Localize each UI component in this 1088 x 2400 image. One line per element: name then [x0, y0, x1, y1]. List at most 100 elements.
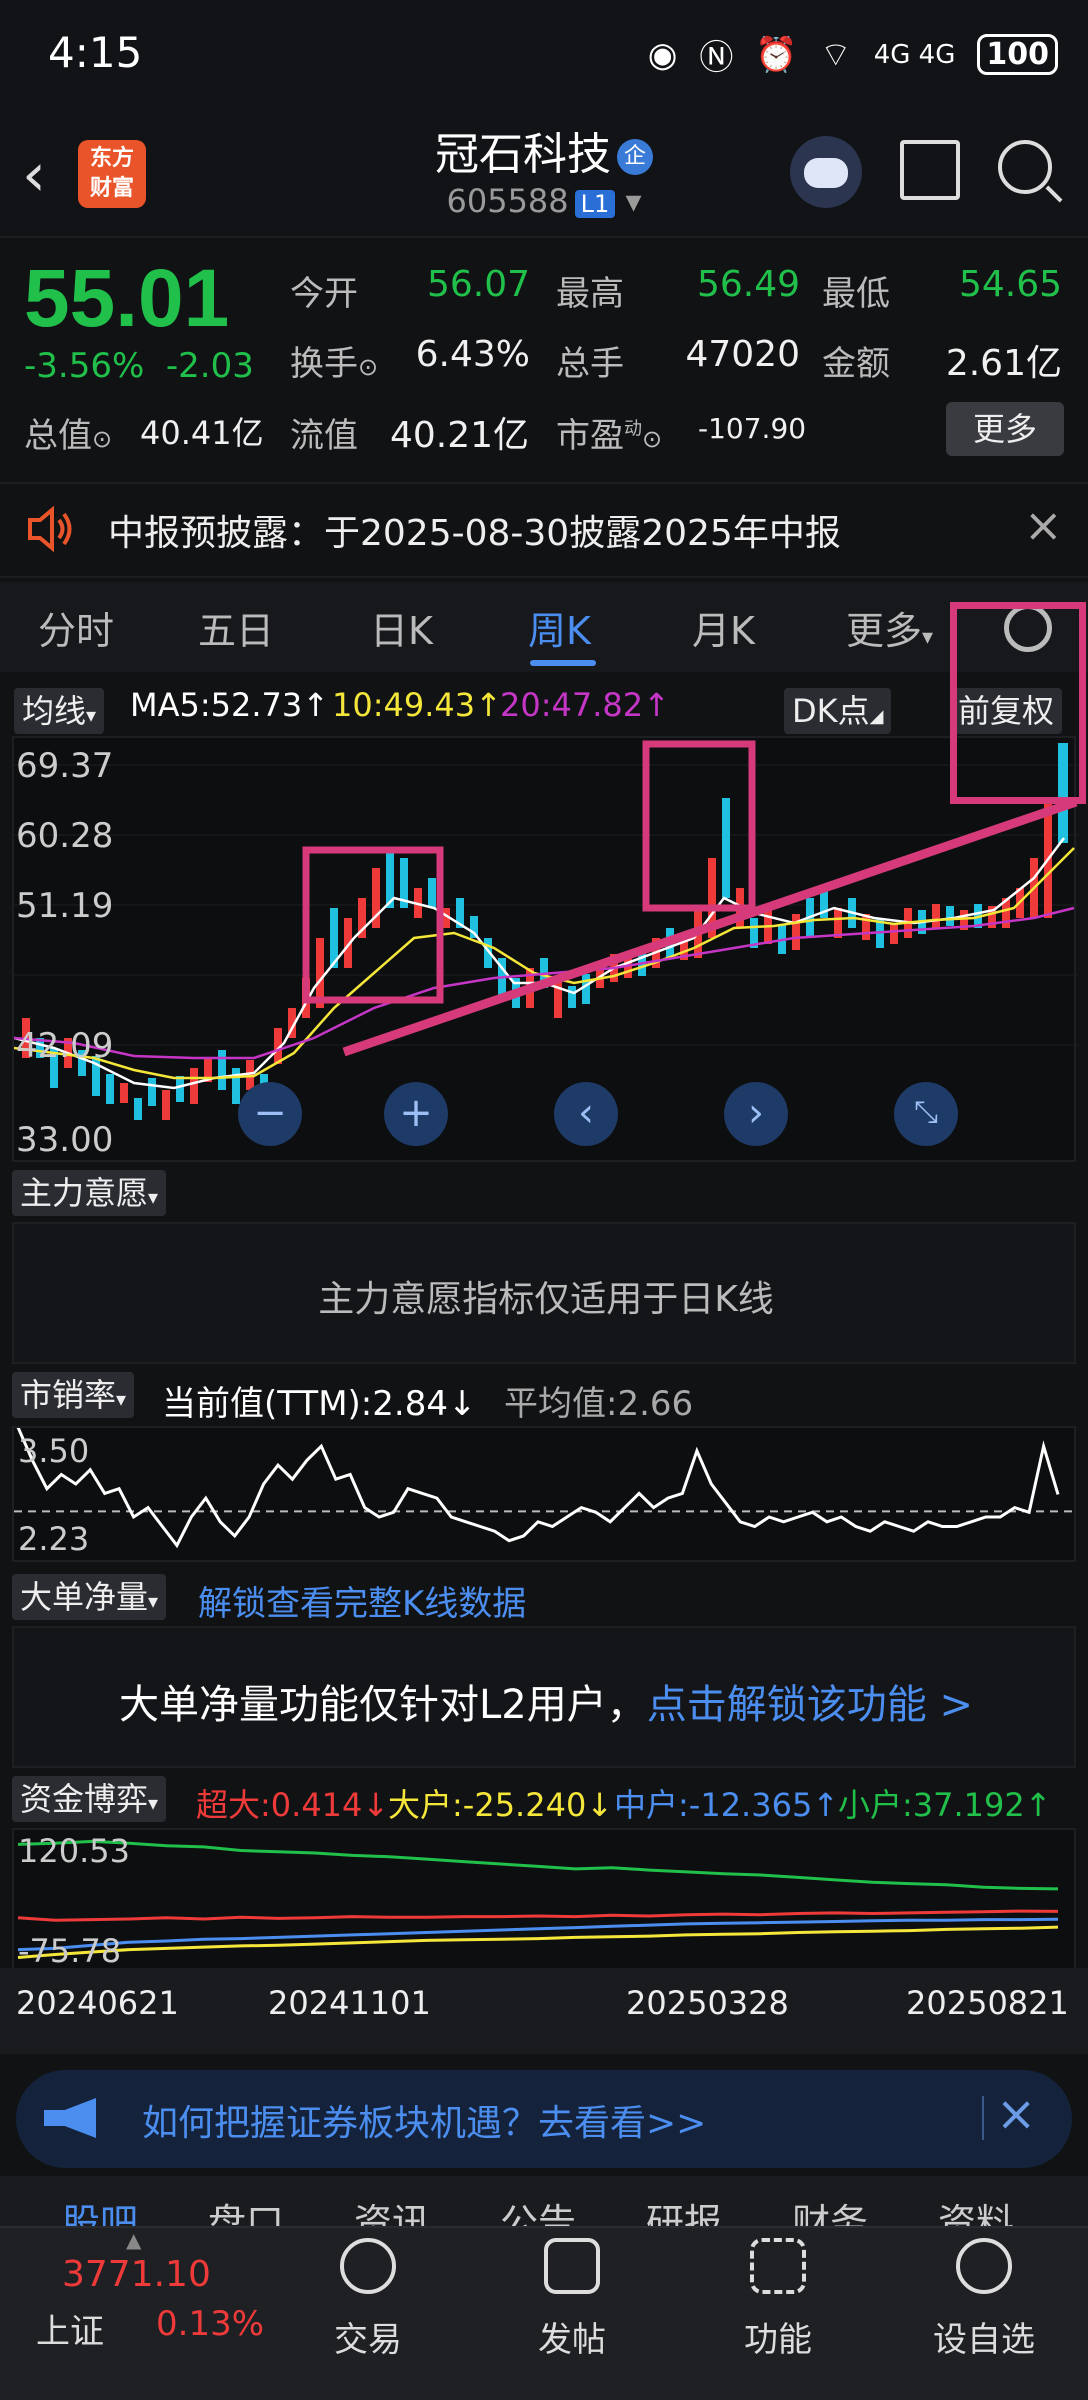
chevron-down-icon: ▾ — [116, 1387, 127, 1411]
unlock-feature-link[interactable]: 点击解锁该功能 > — [647, 1682, 973, 1728]
dk-point-button[interactable]: DK点◢ — [784, 688, 892, 734]
unlock-kline-link[interactable]: 解锁查看完整K线数据 — [198, 1576, 526, 1625]
status-icons: ◉ Ⓝ ⏰ ⌔ 4G 4G 100 — [648, 30, 1058, 79]
ma5-value: MA5:52.73↑ — [130, 686, 330, 724]
stock-name: 冠石科技 — [435, 129, 611, 180]
tab-more-label: 更多 — [846, 609, 923, 653]
chevron-down-icon: ▾ — [86, 703, 97, 727]
ps-current: 当前值(TTM):2.84↓ — [162, 1384, 477, 1424]
fund-axis-bottom: -75.78 — [18, 1932, 122, 1970]
info-icon[interactable]: ⊙ — [358, 353, 378, 381]
big-order-text: 大单净量功能仅针对L2用户， — [119, 1682, 647, 1728]
series-line-中户 — [17, 1917, 1059, 1952]
ai-robot-icon[interactable] — [790, 136, 862, 208]
nav-trade-label: 交易 — [334, 2320, 402, 2360]
pe-value: -107.90 — [698, 412, 807, 445]
wifi-icon: ⌔ — [819, 35, 852, 75]
chevron-up-icon[interactable]: ▲ — [126, 2228, 141, 2252]
price-change: -3.56% -2.03 — [24, 346, 254, 386]
ps-axis-bottom: 2.23 — [18, 1520, 90, 1558]
mcap-label-text: 总值 — [24, 416, 92, 456]
big-order-selector[interactable]: 大单净量▾ — [12, 1574, 167, 1620]
index-value[interactable]: 3771.10 — [62, 2254, 211, 2295]
fund-axis-top: 120.53 — [18, 1832, 130, 1870]
indicator-message: 主力意愿指标仅适用于日K线 — [318, 1279, 774, 1320]
ps-selector[interactable]: 市销率▾ — [12, 1372, 135, 1418]
volume-value: 47020 — [685, 334, 800, 375]
more-button[interactable]: 更多 — [946, 402, 1064, 456]
indicator-selector[interactable]: 主力意愿▾ — [12, 1170, 167, 1216]
promo-text[interactable]: 如何把握证券板块机遇？去看看>> — [142, 2094, 706, 2146]
large-value: 大户:-25.240↓ — [388, 1786, 614, 1824]
date-label: 20250328 — [626, 1984, 789, 2022]
float-label: 流值 — [290, 416, 358, 456]
kline-chart[interactable]: 69.37 60.28 51.19 42.09 33.00 − + ‹ › ⤡ — [12, 736, 1078, 1162]
nav-trade[interactable]: 交易 — [298, 2238, 438, 2361]
annotation-overlay — [302, 740, 1078, 1057]
share-icon[interactable] — [900, 140, 960, 200]
indicator-selector-label: 主力意愿 — [20, 1174, 149, 1212]
amount-value: 2.61亿 — [945, 343, 1062, 384]
nav-watchlist[interactable]: 设自选 — [914, 2238, 1054, 2361]
nav-post-label: 发帖 — [538, 2320, 606, 2360]
speaker-icon — [28, 506, 72, 552]
fund-chart[interactable]: 120.53 -75.78 — [12, 1828, 1076, 1970]
big-order-message: 大单净量功能仅针对L2用户，点击解锁该功能 > — [14, 1672, 1078, 1730]
medium-value: 中户:-12.365↑ — [614, 1786, 840, 1824]
divider — [982, 2096, 984, 2140]
tab-monthly-k[interactable]: 月K — [692, 600, 755, 655]
alarm-icon: ⏰ — [755, 34, 798, 75]
nav-function[interactable]: 功能 — [708, 2238, 848, 2361]
highlight-box — [950, 602, 1086, 804]
open-value: 56.07 — [426, 264, 530, 305]
volume-label: 总手 — [556, 344, 624, 384]
tab-weekly-k[interactable]: 周K — [528, 600, 591, 655]
corner-icon: ◢ — [869, 706, 884, 727]
index-change: 0.13% — [156, 2304, 265, 2344]
grid-icon — [750, 2238, 806, 2294]
indicator-panel: 主力意愿指标仅适用于日K线 — [12, 1222, 1076, 1364]
ps-chart[interactable]: 3.50 2.23 — [12, 1426, 1076, 1562]
super-large-value: 超大:0.414↓ — [196, 1786, 390, 1824]
date-label: 20240621 — [16, 1984, 179, 2022]
stock-code: 605588 — [446, 182, 569, 220]
ma-selector-label: 均线 — [22, 692, 87, 730]
tab-more[interactable]: 更多▾ — [846, 600, 933, 655]
change-abs: -2.03 — [165, 346, 254, 386]
search-icon[interactable] — [998, 140, 1052, 194]
battery-icon: 100 — [977, 34, 1058, 75]
ma20-value: 20:47.82↑ — [500, 686, 670, 724]
fund-selector[interactable]: 资金博弈▾ — [12, 1776, 167, 1822]
date-label: 20250821 — [906, 1984, 1069, 2022]
date-label: 20241101 — [268, 1984, 431, 2022]
trade-icon — [340, 2238, 396, 2294]
high-value: 56.49 — [696, 264, 800, 305]
trend-line — [342, 797, 1078, 1057]
dk-label: DK点 — [792, 692, 870, 730]
highlight-box — [302, 846, 444, 1004]
turnover-label-text: 换手 — [290, 344, 358, 384]
pe-sup: 动 — [624, 418, 642, 440]
fund-selector-label: 资金博弈 — [20, 1780, 149, 1818]
info-icon[interactable]: ⊙ — [92, 425, 112, 453]
close-icon[interactable]: × — [996, 2086, 1036, 2142]
level-badge: L1 — [574, 190, 616, 218]
edit-icon — [544, 2238, 600, 2294]
eye-icon: ◉ — [647, 34, 678, 75]
turnover-value: 6.43% — [415, 334, 530, 375]
tab-underline — [530, 660, 596, 666]
close-icon[interactable]: × — [1024, 498, 1063, 552]
tab-daily-k[interactable]: 日K — [370, 600, 433, 655]
nav-post[interactable]: 发帖 — [502, 2238, 642, 2361]
info-icon[interactable]: ⊙ — [642, 425, 662, 453]
turnover-label: 换手⊙ — [290, 336, 378, 385]
highlight-box — [642, 740, 756, 912]
more-dots-icon — [956, 2238, 1012, 2294]
ps-chart-svg — [14, 1426, 1074, 1549]
tab-intraday[interactable]: 分时 — [38, 600, 114, 655]
chevron-down-icon: ▾ — [148, 1185, 159, 1209]
low-value: 54.65 — [958, 264, 1062, 305]
tab-five-day[interactable]: 五日 — [198, 600, 274, 655]
chevron-down-icon: ▾ — [625, 182, 642, 220]
ma-selector[interactable]: 均线▾ — [14, 688, 105, 734]
